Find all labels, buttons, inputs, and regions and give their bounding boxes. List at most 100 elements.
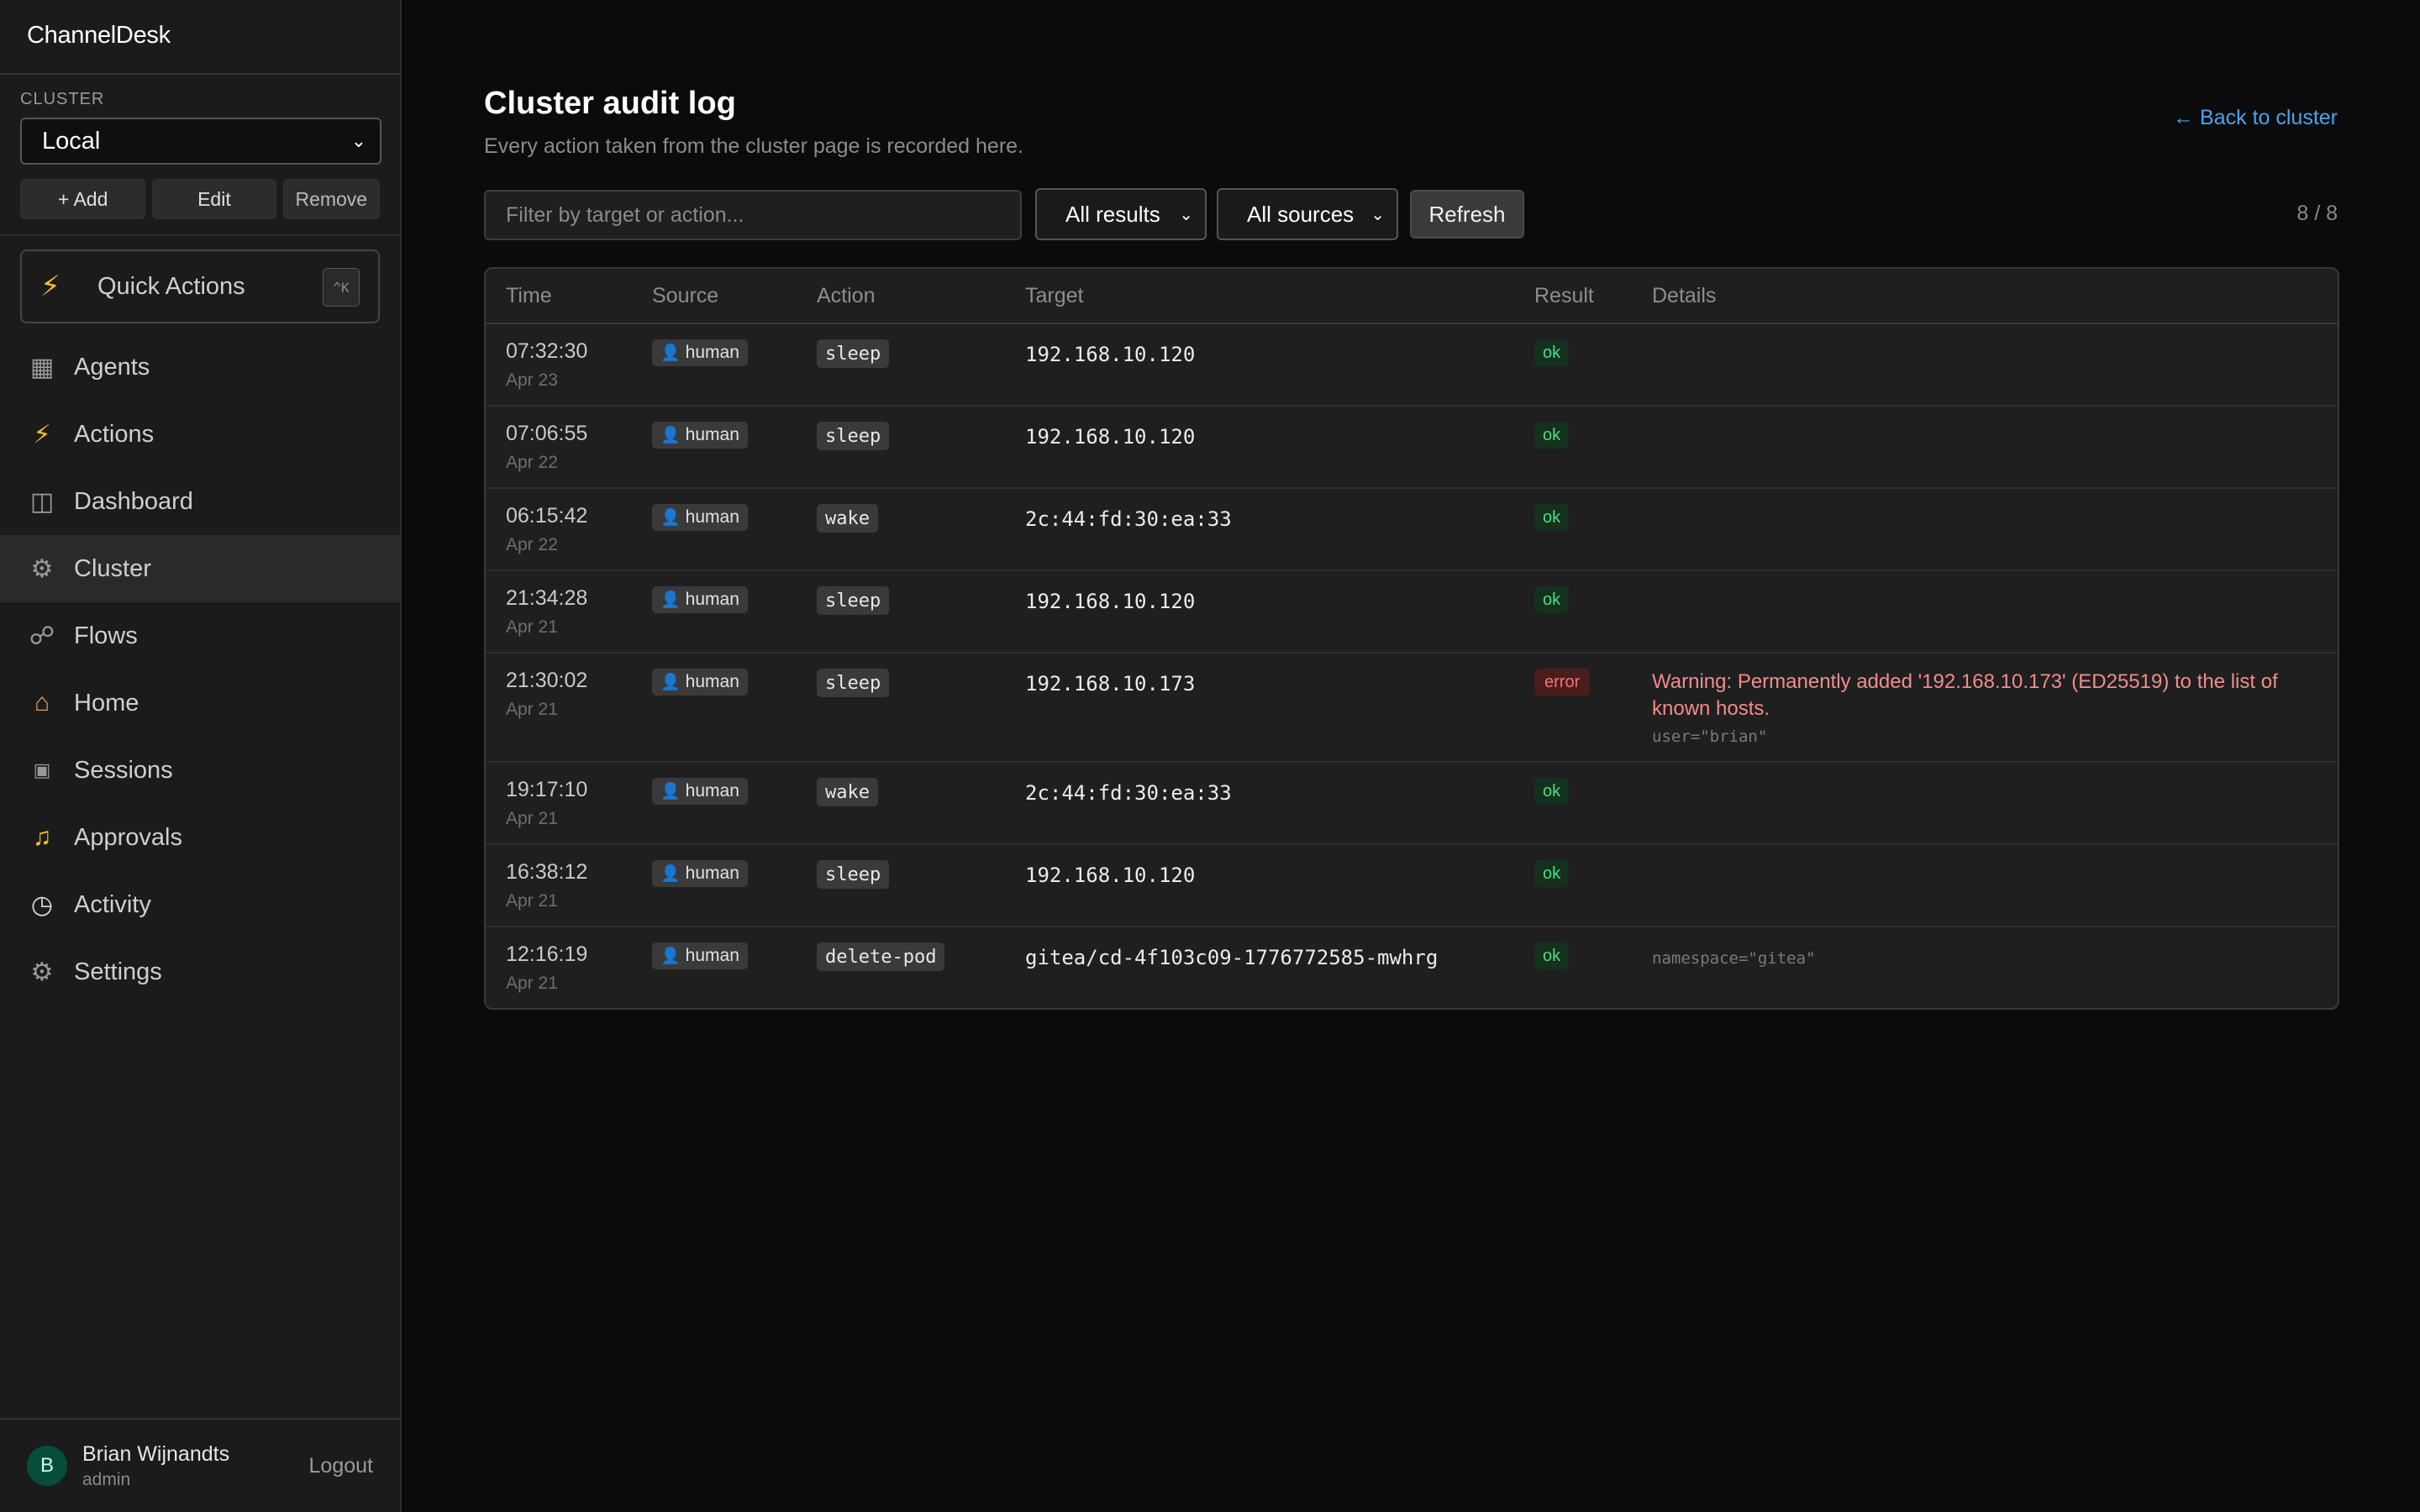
date-value: Apr 22 [506,535,558,554]
refresh-button[interactable]: Refresh [1410,190,1524,239]
sidebar-item-flows[interactable]: ☍ Flows [0,602,400,669]
sidebar-item-label: Settings [74,958,162,985]
person-icon: 👤 [660,948,681,965]
sidebar-item-label: Activity [74,890,151,918]
person-icon: 👤 [660,591,681,609]
target-value: 192.168.10.120 [1025,590,1196,613]
details-message: Warning: Permanently added '192.168.10.1… [1652,670,2278,720]
source-value: human [685,864,739,883]
status-badge: ok [1534,860,1570,887]
chevron-down-icon: ⌄ [1179,205,1193,224]
action-badge: sleep [817,339,890,368]
source-cell: 👤 human [652,778,748,805]
quick-actions-button[interactable]: ⚡ Quick Actions ^K [20,249,380,323]
quick-actions-label: Quick Actions [97,272,245,300]
status-badge: ok [1534,504,1570,531]
target-value: 192.168.10.173 [1025,672,1196,696]
house-icon: ⌂ [34,689,50,717]
person-icon: 👤 [660,427,681,444]
sidebar-item-activity[interactable]: ◷ Activity [0,871,400,938]
table-row: 16:38:12 Apr 21 👤 human sleep 192.168.10.120 o… [486,845,2338,927]
action-cell: sleep [817,669,890,697]
table-row: 21:30:02 Apr 21 👤 human sleep 192.168.10.173 e… [486,654,2338,763]
time-value: 16:38:12 [506,860,588,884]
filter-input[interactable] [484,190,1022,240]
date-value: Apr 21 [506,617,558,637]
target-value: 192.168.10.120 [1025,425,1196,449]
action-cell: sleep [817,422,890,450]
column-header-action: Action [817,284,876,307]
column-header-result: Result [1534,284,1594,307]
source-value: human [685,672,739,691]
gear-icon: ⚙ [30,958,54,986]
page-subtitle: Every action taken from the cluster page… [484,134,1023,158]
table-row: 06:15:42 Apr 22 👤 human wake 2c:44:fd:30:ea:3… [486,489,2338,571]
card-icon: ▣ [33,759,51,780]
time-value: 21:34:28 [506,586,588,610]
person-icon: 👤 [660,674,681,691]
sidebar-item-agents[interactable]: ▦ Agents [0,333,400,401]
time-cell: 19:17:10 Apr 21 [506,778,587,829]
sidebar-item-approvals[interactable]: ♫ Approvals [0,804,400,871]
lightning-icon: ⚡ [33,420,51,449]
column-header-details: Details [1652,284,1717,307]
target-value: 192.168.10.120 [1025,343,1196,366]
date-value: Apr 22 [506,453,558,472]
target-value: 2c:44:fd:30:ea:33 [1025,507,1232,531]
time-cell: 07:32:30 Apr 23 [506,339,587,391]
column-header-time: Time [506,284,552,307]
edit-cluster-button[interactable]: Edit [152,179,276,219]
target-value: 2c:44:fd:30:ea:33 [1025,781,1232,805]
audit-table: Time Source Action Target Result Details… [484,267,2339,1010]
add-cluster-button[interactable]: + Add [20,179,146,219]
source-value: human [685,781,739,801]
row-count: 8 / 8 [2296,202,2338,225]
details-cell: Warning: Permanently added '192.168.10.1… [1652,669,2324,746]
results-filter-select[interactable]: All results ⌄ [1035,188,1207,240]
source-badge: 👤 human [652,504,748,531]
action-cell: sleep [817,339,890,368]
cluster-select[interactable]: Local ⌄ [20,118,381,165]
sidebar-item-actions[interactable]: ⚡ Actions [0,401,400,468]
chevron-down-icon: ⌄ [1370,205,1385,224]
source-cell: 👤 human [652,339,748,366]
sidebar-item-dashboard[interactable]: ◫ Dashboard [0,468,400,535]
table-row: 19:17:10 Apr 21 👤 human wake 2c:44:fd:30:ea:3… [486,763,2338,845]
user-role: admin [82,1469,131,1489]
remove-cluster-button[interactable]: Remove [282,179,380,219]
table-row: 21:34:28 Apr 21 👤 human sleep 192.168.10.120 o… [486,571,2338,654]
sidebar-item-label: Cluster [74,554,151,582]
sidebar-item-cluster[interactable]: ⚙ Cluster [0,535,400,602]
action-cell: wake [817,778,878,806]
logout-button[interactable]: Logout [309,1454,373,1478]
table-body: 07:32:30 Apr 23 👤 human sleep 192.168.10.120 o… [486,324,2338,1008]
time-value: 19:17:10 [506,778,588,801]
main-content: Cluster audit log Every action taken fro… [402,0,2420,1512]
page-title: Cluster audit log [484,86,736,121]
panel-icon: ◫ [29,487,55,516]
back-to-cluster-link[interactable]: ← Back to cluster [2173,106,2338,130]
sidebar-item-settings[interactable]: ⚙ Settings [0,938,400,1005]
cluster-section: CLUSTER Local ⌄ + Add Edit Remove [0,75,400,219]
cluster-actions: + Add Edit Remove [20,179,380,219]
results-filter-value: All results [1065,201,1160,227]
source-cell: 👤 human [652,669,748,696]
time-cell: 21:30:02 Apr 21 [506,669,587,720]
source-badge: 👤 human [652,586,748,613]
date-value: Apr 21 [506,891,558,911]
sidebar-item-home[interactable]: ⌂ Home [0,669,400,737]
time-value: 21:30:02 [506,669,588,692]
sidebar-item-label: Sessions [74,756,173,784]
sources-filter-select[interactable]: All sources ⌄ [1217,188,1398,240]
time-cell: 12:16:19 Apr 21 [506,942,587,994]
status-badge: ok [1534,422,1570,449]
action-badge: sleep [817,669,890,697]
flow-icon: ☍ [29,622,55,650]
target-value: gitea/cd-4f103c09-1776772585-mwhrg [1025,946,1439,969]
result-cell: ok [1534,860,1570,887]
clock-icon: ◷ [30,890,54,919]
time-value: 07:06:55 [506,422,588,445]
date-value: Apr 21 [506,700,558,719]
sidebar-item-sessions[interactable]: ▣ Sessions [0,737,400,804]
source-value: human [685,946,739,965]
